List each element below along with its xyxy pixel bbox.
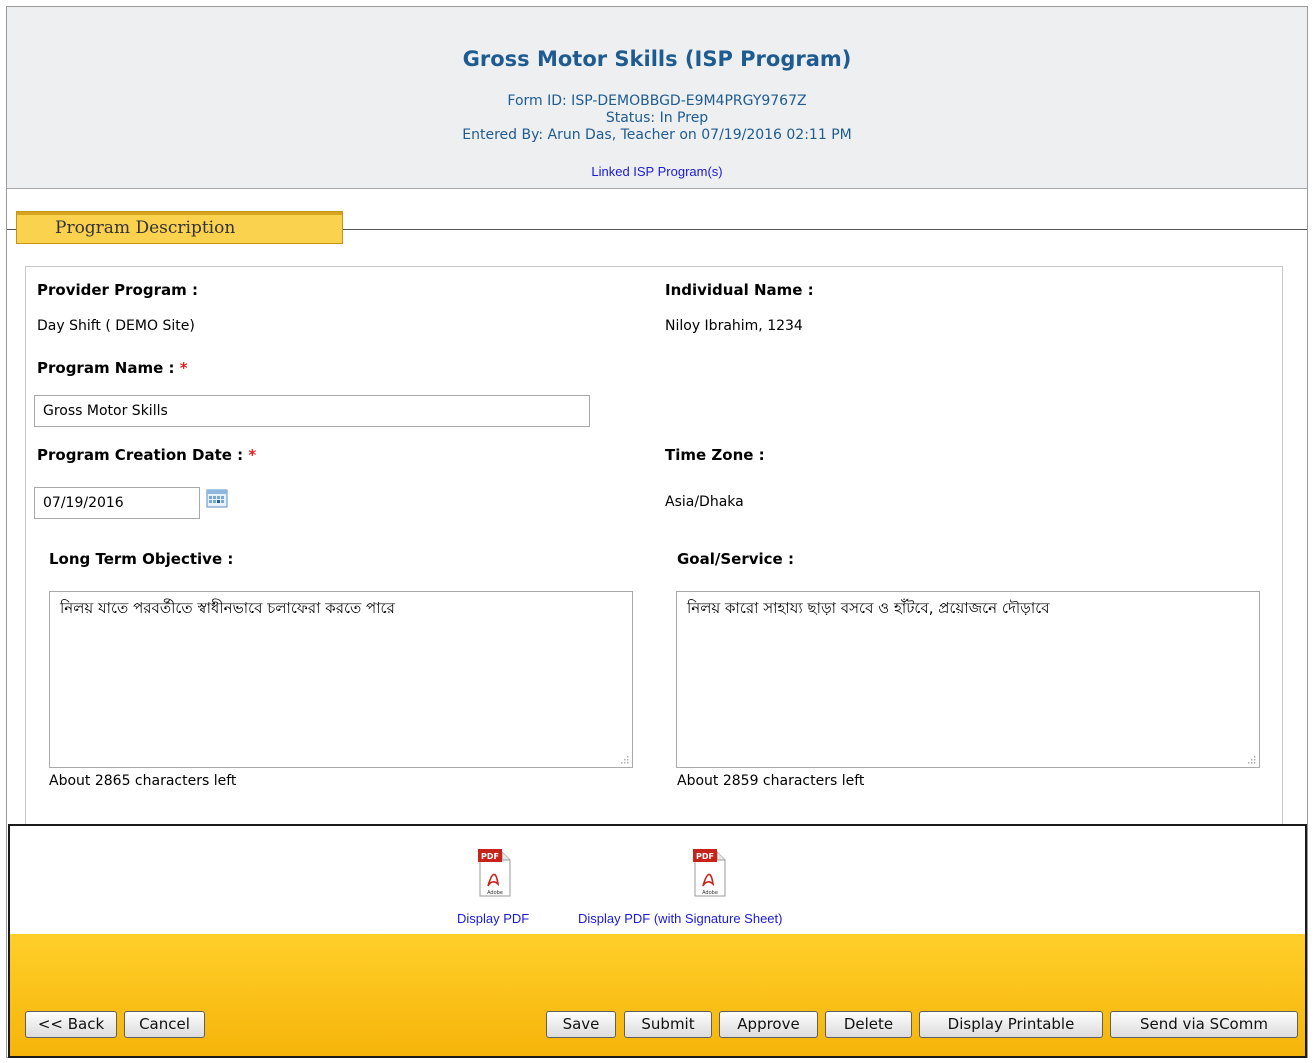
entered-by: Entered By: Arun Das, Teacher on 07/19/2…: [462, 127, 852, 143]
pdf-icon-text: PDF: [696, 852, 714, 861]
form-header: Gross Motor Skills (ISP Program) Form ID…: [7, 7, 1307, 189]
individual-name-value: Niloy Ibrahim, 1234: [665, 318, 803, 334]
resize-grip-icon[interactable]: [621, 756, 629, 764]
display-pdf-with-signature-link[interactable]: Display PDF (with Signature Sheet): [578, 911, 782, 926]
long-term-objective-counter: About 2865 characters left: [49, 773, 237, 789]
form-id: Form ID: ISP-DEMOBBGD-E9M4PRGY9767Z: [507, 93, 807, 109]
goal-service-counter: About 2859 characters left: [677, 773, 865, 789]
program-creation-date-label: Program Creation Date : *: [37, 446, 256, 464]
pdf-icon-brand: Adobe: [487, 890, 503, 896]
delete-button[interactable]: Delete: [825, 1011, 912, 1038]
required-indicator: *: [248, 446, 257, 464]
program-name-label: Program Name : *: [37, 359, 188, 377]
display-printable-button[interactable]: Display Printable: [919, 1011, 1103, 1038]
section-tab-program-description: Program Description: [16, 211, 343, 244]
time-zone-value: Asia/Dhaka: [665, 494, 744, 510]
linked-isp-programs-link[interactable]: Linked ISP Program(s): [7, 164, 1307, 179]
provider-program-label: Provider Program :: [37, 281, 198, 299]
program-name-label-text: Program Name :: [37, 359, 175, 377]
long-term-objective-text: নিলয় যাতে পরবর্তীতে স্বাধীনভাবে চলাফেরা…: [60, 599, 395, 617]
provider-program-value: Day Shift ( DEMO Site): [37, 318, 195, 334]
pdf-icon[interactable]: PDF Adobe: [476, 846, 512, 898]
program-name-input[interactable]: Gross Motor Skills: [34, 395, 590, 427]
required-indicator: *: [179, 359, 188, 377]
individual-name-label: Individual Name :: [665, 281, 814, 299]
resize-grip-icon[interactable]: [1248, 756, 1256, 764]
long-term-objective-label: Long Term Objective :: [49, 550, 234, 568]
approve-button[interactable]: Approve: [719, 1011, 818, 1038]
action-bar: [8, 934, 1307, 1058]
long-term-objective-textarea[interactable]: নিলয় যাতে পরবর্তীতে স্বাধীনভাবে চলাফেরা…: [49, 591, 633, 768]
display-pdf-link[interactable]: Display PDF: [457, 911, 529, 926]
time-zone-label: Time Zone :: [665, 446, 765, 464]
goal-service-textarea[interactable]: নিলয় কারো সাহায্য ছাড়া বসবে ও হাঁটবে, …: [676, 591, 1260, 768]
send-via-scomm-button[interactable]: Send via SComm: [1110, 1011, 1298, 1038]
pdf-icon-text: PDF: [481, 852, 499, 861]
back-button[interactable]: << Back: [25, 1011, 117, 1038]
submit-button[interactable]: Submit: [624, 1011, 712, 1038]
pdf-icon[interactable]: PDF Adobe: [691, 846, 727, 898]
form-meta: Form ID: ISP-DEMOBBGD-E9M4PRGY9767Z Stat…: [7, 93, 1307, 144]
form-status: Status: In Prep: [605, 110, 709, 126]
pdf-icon-brand: Adobe: [702, 890, 718, 896]
cancel-button[interactable]: Cancel: [124, 1011, 205, 1038]
page-title: Gross Motor Skills (ISP Program): [462, 47, 852, 71]
save-button[interactable]: Save: [546, 1011, 616, 1038]
calendar-icon[interactable]: [206, 488, 228, 508]
program-creation-date-label-text: Program Creation Date :: [37, 446, 244, 464]
program-creation-date-input[interactable]: 07/19/2016: [34, 487, 200, 519]
goal-service-label: Goal/Service :: [677, 550, 794, 568]
goal-service-text: নিলয় কারো সাহায্য ছাড়া বসবে ও হাঁটবে, …: [687, 599, 1050, 617]
